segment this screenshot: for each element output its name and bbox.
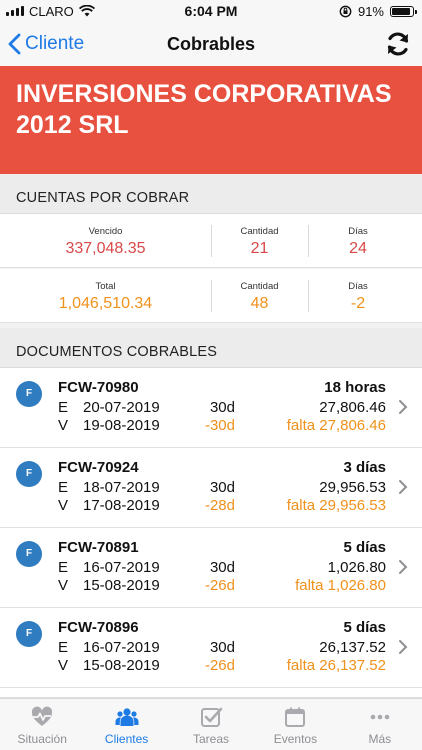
battery-icon — [390, 5, 417, 17]
total-count: Cantidad 48 — [240, 281, 279, 312]
overdue-count: Cantidad 21 — [240, 226, 279, 257]
due-line: V 15-08-2019 -26d falta 26,137.52 — [58, 657, 386, 674]
refresh-icon[interactable] — [384, 30, 412, 58]
checkbox-icon — [201, 707, 223, 727]
document-row[interactable]: F FCW-70896 5 días E 16-07-2019 30d 26,1… — [0, 608, 422, 688]
total-summary-row: Total 1,046,510.34 Cantidad 48 Días -2 — [0, 269, 422, 323]
battery-percent: 91% — [357, 3, 384, 19]
tab-clientes[interactable]: Clientes — [84, 699, 168, 750]
document-age: 5 días — [343, 619, 386, 636]
tab-label: Más — [368, 732, 392, 746]
document-type-badge: F — [16, 621, 42, 647]
users-icon — [115, 708, 139, 726]
due-line: V 15-08-2019 -26d falta 1,026.80 — [58, 577, 386, 594]
more-icon — [370, 714, 390, 720]
total-amount: Total 1,046,510.34 — [58, 281, 153, 312]
document-row[interactable]: F FCW-70924 3 días E 18-07-2019 30d 29,9… — [0, 448, 422, 528]
tab-bar: Situación Clientes Tareas Eventos Más — [0, 698, 422, 750]
overdue-amount: Vencido 337,048.35 — [65, 226, 146, 257]
document-type-badge: F — [16, 461, 42, 487]
back-button-label: Cliente — [25, 33, 85, 54]
tab-label: Situación — [17, 732, 67, 746]
chevron-right-icon — [399, 480, 408, 494]
chevron-left-icon — [8, 33, 21, 55]
issue-line: E 16-07-2019 30d 26,137.52 — [58, 639, 386, 656]
document-row[interactable]: F FCW-70980 18 horas E 20-07-2019 30d 27… — [0, 368, 422, 448]
tab-situacion[interactable]: Situación — [0, 699, 84, 750]
document-age: 3 días — [343, 459, 386, 476]
chevron-right-icon — [399, 560, 408, 574]
due-line: V 17-08-2019 -28d falta 29,956.53 — [58, 497, 386, 514]
status-bar: CLARO 6:04 PM 91% — [0, 0, 422, 22]
back-button[interactable]: Cliente — [8, 33, 84, 55]
due-line: V 19-08-2019 -30d falta 27,806.46 — [58, 417, 386, 434]
document-age: 5 días — [343, 539, 386, 556]
client-header: INVERSIONES CORPORATIVAS 2012 SRL — [0, 66, 422, 174]
overdue-days: Días 24 — [348, 226, 368, 257]
chevron-right-icon — [399, 640, 408, 654]
document-row[interactable]: F FCW-70891 5 días E 16-07-2019 30d 1,02… — [0, 528, 422, 608]
client-name-line1: INVERSIONES CORPORATIVAS — [16, 80, 392, 108]
orientation-lock-icon — [339, 5, 352, 17]
navigation-bar: Cliente Cobrables — [0, 22, 422, 66]
overdue-summary-row: Vencido 337,048.35 Cantidad 21 Días 24 — [0, 214, 422, 268]
document-type-badge: F — [16, 541, 42, 567]
document-number: FCW-70924 — [58, 459, 139, 476]
issue-line: E 16-07-2019 30d 1,026.80 — [58, 559, 386, 576]
document-number: FCW-70980 — [58, 379, 139, 396]
tab-label: Clientes — [104, 732, 149, 746]
tab-tareas[interactable]: Tareas — [169, 699, 253, 750]
document-type-badge: F — [16, 381, 42, 407]
tab-label: Tareas — [193, 732, 230, 746]
document-age: 18 horas — [324, 379, 386, 396]
tab-mas[interactable]: Más — [338, 699, 422, 750]
chevron-right-icon — [399, 400, 408, 414]
receivables-heading: CUENTAS POR COBRAR — [0, 174, 422, 214]
client-name-line2: 2012 SRL — [16, 111, 129, 139]
document-number: FCW-70896 — [58, 619, 139, 636]
documents-heading: DOCUMENTOS COBRABLES — [0, 328, 422, 368]
document-row-partial[interactable] — [0, 688, 422, 698]
heartbeat-icon — [32, 706, 53, 726]
total-days: Días -2 — [348, 281, 368, 312]
tab-label: Eventos — [273, 732, 318, 746]
tab-eventos[interactable]: Eventos — [253, 699, 337, 750]
issue-line: E 20-07-2019 30d 27,806.46 — [58, 399, 386, 416]
calendar-icon — [285, 707, 306, 727]
document-number: FCW-70891 — [58, 539, 139, 556]
issue-line: E 18-07-2019 30d 29,956.53 — [58, 479, 386, 496]
